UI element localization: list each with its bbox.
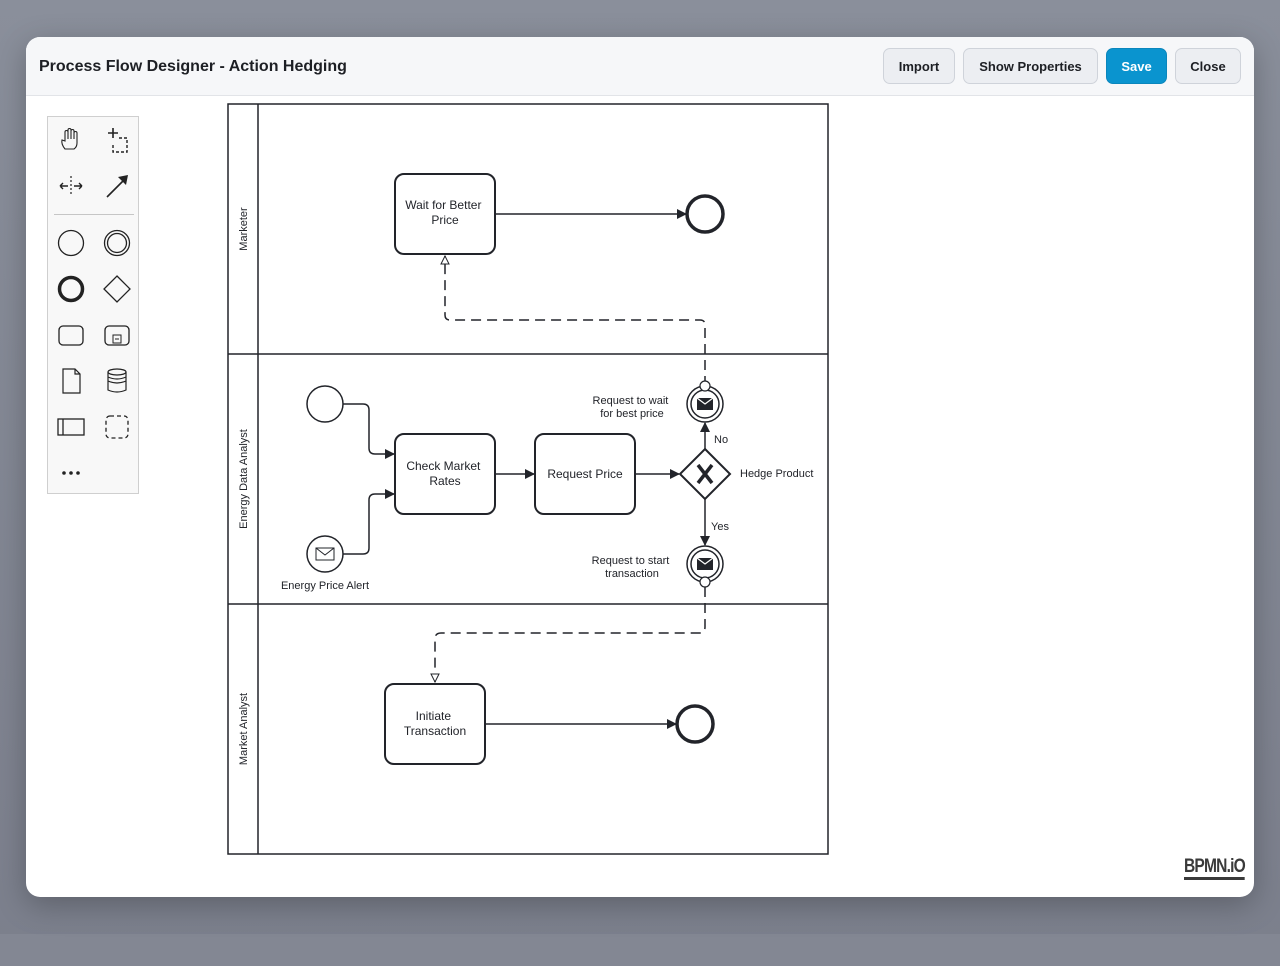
end-event[interactable] <box>675 704 715 744</box>
intermediate-event-icon[interactable] <box>99 225 135 261</box>
task-request-price[interactable]: Request Price <box>534 433 636 515</box>
task-label-line: Rates <box>429 474 460 488</box>
flow-label-no: No <box>714 434 728 446</box>
pool-icon[interactable] <box>53 409 89 445</box>
more-tools-icon[interactable] <box>53 455 89 491</box>
designer-modal: Process Flow Designer - Action Hedging I… <box>26 37 1254 897</box>
event-label-line: transaction <box>605 568 659 580</box>
gateway-label: Hedge Product <box>740 468 813 480</box>
lane-label-market-analyst: Market Analyst <box>238 693 250 765</box>
data-store-icon[interactable] <box>99 363 135 399</box>
data-object-icon[interactable] <box>53 363 89 399</box>
page-title: Process Flow Designer - Action Hedging <box>39 58 347 75</box>
task-label-line: Transaction <box>404 724 466 738</box>
task-check-market-rates[interactable]: Check Market Rates <box>394 433 496 515</box>
start-event-icon[interactable] <box>53 225 89 261</box>
flow-label-yes: Yes <box>711 521 729 533</box>
background-strip <box>0 934 1280 966</box>
task-label-line: Request Price <box>547 467 623 481</box>
task-label-line: Wait for Better <box>405 198 481 212</box>
lane-label-energy-data-analyst: Energy Data Analyst <box>238 429 250 529</box>
connect-tool-icon[interactable] <box>99 168 135 204</box>
diagram-canvas[interactable]: Marketer Energy Data Analyst Market Anal… <box>26 96 1254 897</box>
event-label-line: Request to start <box>592 555 670 567</box>
lasso-tool-icon[interactable] <box>99 122 135 158</box>
palette-divider <box>54 214 134 215</box>
pool[interactable] <box>227 103 829 855</box>
import-button[interactable]: Import <box>883 48 955 84</box>
hand-tool-icon[interactable] <box>53 122 89 158</box>
task-icon[interactable] <box>53 317 89 353</box>
save-button[interactable]: Save <box>1106 48 1167 84</box>
end-event[interactable] <box>685 194 725 234</box>
show-properties-button[interactable]: Show Properties <box>963 48 1098 84</box>
event-label-energy-price-alert: Energy Price Alert <box>281 580 369 592</box>
message-start-event[interactable] <box>306 535 344 573</box>
start-event[interactable] <box>306 385 344 423</box>
end-event-icon[interactable] <box>53 271 89 307</box>
gateway-icon[interactable] <box>99 271 135 307</box>
bpmn-io-logo[interactable]: BPMN.iO <box>1184 857 1246 880</box>
group-icon[interactable] <box>99 409 135 445</box>
space-tool-icon[interactable] <box>53 168 89 204</box>
task-label-line: Price <box>431 213 459 227</box>
svg-text:Request to wait for be: Request to wait for best price <box>593 395 672 420</box>
subprocess-icon[interactable] <box>99 317 135 353</box>
task-label-line: Initiate <box>416 709 452 723</box>
modal-header: Process Flow Designer - Action Hedging I… <box>26 37 1254 96</box>
task-label-line: Check Market <box>406 459 481 473</box>
event-label-line: for best price <box>600 408 664 420</box>
tool-palette <box>47 116 139 494</box>
lane-label-marketer: Marketer <box>238 207 250 251</box>
task-initiate-transaction[interactable]: Initiate Transaction <box>384 683 486 765</box>
event-label-line: Request to wait <box>593 395 669 407</box>
task-wait-better-price[interactable]: Wait for Better Price <box>394 173 496 255</box>
close-button[interactable]: Close <box>1175 48 1241 84</box>
